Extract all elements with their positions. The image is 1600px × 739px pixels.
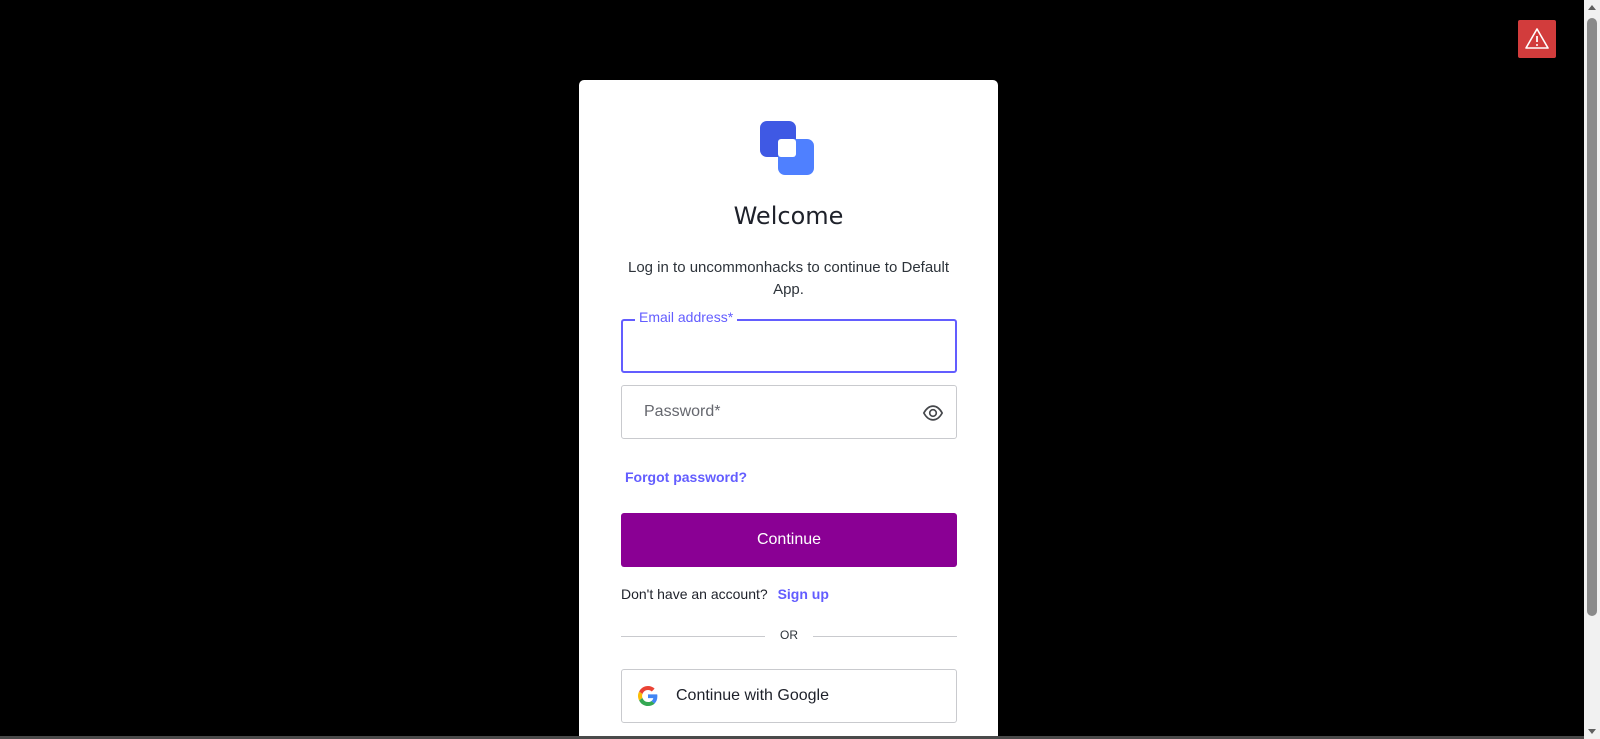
no-account-text: Don't have an account? (621, 586, 768, 602)
or-text: OR (780, 628, 798, 642)
password-input[interactable] (622, 386, 956, 438)
email-field[interactable]: Email address* (621, 309, 957, 373)
signup-link[interactable]: Sign up (778, 586, 829, 602)
scroll-down-arrow-icon[interactable] (1584, 723, 1600, 739)
scrollbar-thumb[interactable] (1587, 18, 1597, 616)
app-logo-icon (760, 121, 814, 175)
signup-prompt: Don't have an account? Sign up (621, 586, 829, 602)
warning-button[interactable] (1518, 20, 1556, 58)
divider-line-right (813, 636, 957, 637)
email-label: Email address* (635, 309, 738, 325)
password-field[interactable] (621, 385, 957, 439)
login-card: Welcome Log in to uncommonhacks to conti… (579, 80, 998, 739)
continue-button[interactable]: Continue (621, 513, 957, 567)
login-subtitle: Log in to uncommonhacks to continue to D… (627, 259, 950, 298)
eye-icon[interactable] (922, 402, 944, 424)
google-button-label: Continue with Google (676, 687, 829, 704)
or-divider: OR (621, 628, 957, 644)
page-title: Welcome (733, 202, 844, 230)
warning-icon (1525, 28, 1549, 49)
google-login-button[interactable]: Continue with Google (621, 669, 957, 723)
forgot-password-link[interactable]: Forgot password? (625, 469, 747, 485)
scroll-up-arrow-icon[interactable] (1584, 0, 1600, 16)
vertical-scrollbar[interactable] (1584, 0, 1600, 739)
email-input[interactable] (623, 321, 955, 371)
google-icon (638, 686, 658, 706)
